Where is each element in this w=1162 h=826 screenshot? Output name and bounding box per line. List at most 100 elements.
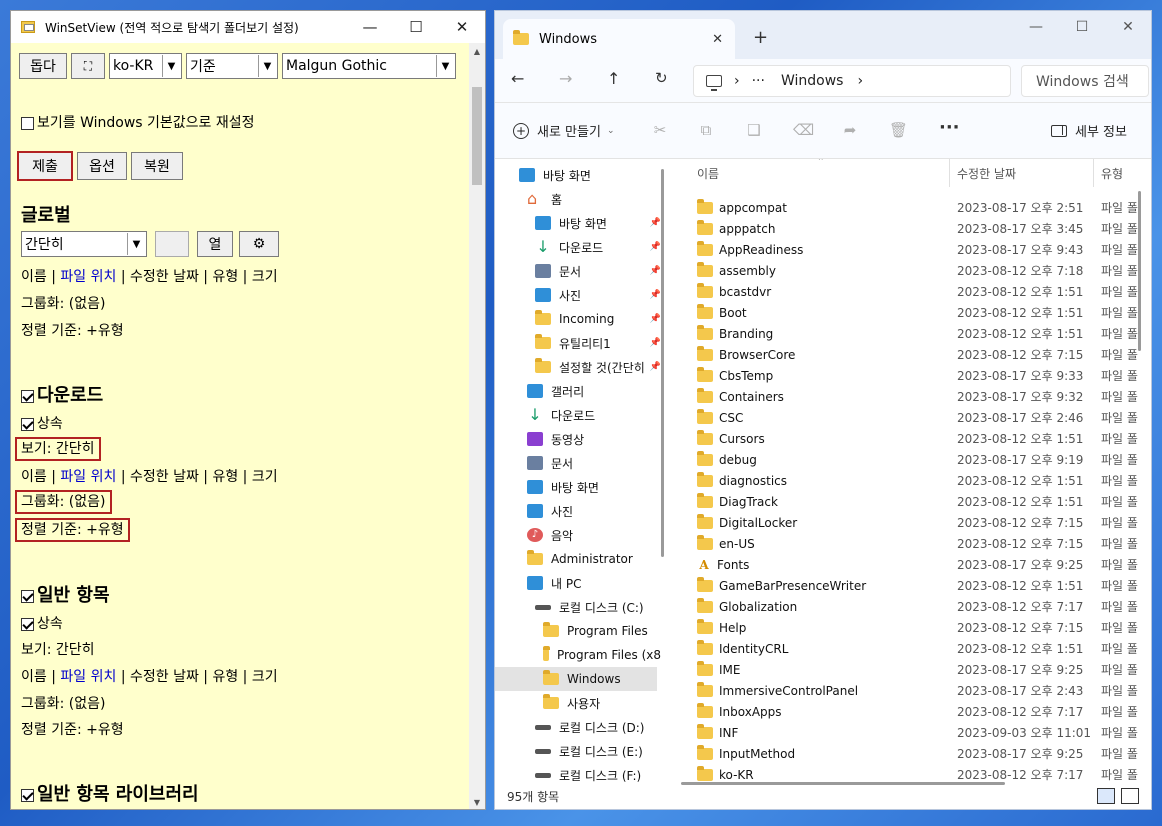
font-select[interactable]: Malgun Gothic ▼: [282, 53, 456, 79]
details-view-icon[interactable]: [1097, 788, 1115, 804]
file-row[interactable]: debug 2023-08-17 오후 9:19 파일 폴: [677, 449, 1151, 470]
vertical-scrollbar[interactable]: ▲ ▼: [469, 43, 485, 809]
color-swatch[interactable]: [155, 231, 189, 257]
general-checkbox[interactable]: [21, 589, 34, 603]
address-segment[interactable]: Windows: [781, 73, 844, 89]
nav-item[interactable]: ⌂ 홈: [527, 187, 661, 211]
file-row[interactable]: assembly 2023-08-12 오후 7:18 파일 폴: [677, 260, 1151, 281]
nav-item[interactable]: 유틸리티1 📌: [535, 331, 661, 355]
restore-button[interactable]: 복원: [131, 152, 183, 180]
column-separator[interactable]: [1093, 159, 1094, 187]
downloads-sort[interactable]: 정렬 기준: +유형: [15, 518, 130, 542]
nav-item[interactable]: 동영상: [527, 427, 661, 451]
global-view-select[interactable]: 간단히 ▼: [21, 231, 147, 257]
file-row[interactable]: CSC 2023-08-17 오후 2:46 파일 폴: [677, 407, 1151, 428]
reset-checkbox[interactable]: [21, 116, 34, 130]
file-row[interactable]: Globalization 2023-08-12 오후 7:17 파일 폴: [677, 596, 1151, 617]
share-icon[interactable]: ➦: [841, 121, 859, 139]
nav-item[interactable]: 설정할 것(간단히 📌: [535, 355, 661, 379]
language-select[interactable]: ko-KR ▼: [109, 53, 182, 79]
delete-icon[interactable]: 🗑: [889, 121, 908, 139]
close-tab-icon[interactable]: ✕: [712, 32, 723, 47]
new-button[interactable]: + 새로 만들기 ⌄: [513, 121, 614, 140]
nav-item[interactable]: 로컬 디스크 (C:): [535, 595, 661, 619]
back-icon[interactable]: ←: [511, 69, 524, 88]
file-row[interactable]: DiagTrack 2023-08-12 오후 1:51 파일 폴: [677, 491, 1151, 512]
more-options-icon[interactable]: ···: [939, 117, 960, 138]
close-icon[interactable]: ✕: [1105, 11, 1151, 43]
nav-scrollbar[interactable]: [661, 169, 664, 557]
column-name[interactable]: 이름: [697, 159, 719, 187]
nav-item[interactable]: 갤러리: [527, 379, 661, 403]
address-overflow[interactable]: ···: [752, 73, 765, 89]
columns-button[interactable]: 열: [197, 231, 233, 257]
scroll-up-icon[interactable]: ▲: [469, 43, 485, 60]
nav-item[interactable]: 로컬 디스크 (E:): [535, 739, 661, 763]
nav-item[interactable]: Program Files (x8: [543, 643, 661, 667]
nav-item[interactable]: ↓ 다운로드: [527, 403, 661, 427]
maximize-icon[interactable]: ☐: [1059, 11, 1105, 43]
downloads-view[interactable]: 보기: 간단히: [15, 437, 101, 461]
nav-item[interactable]: 로컬 디스크 (F:): [535, 763, 661, 785]
nav-item[interactable]: Incoming 📌: [535, 307, 661, 331]
library-checkbox[interactable]: [21, 788, 34, 802]
column-date[interactable]: 수정한 날짜: [957, 159, 1016, 187]
tab-windows[interactable]: Windows ✕: [503, 19, 735, 59]
nav-item[interactable]: 바탕 화면: [527, 475, 661, 499]
library-heading[interactable]: 일반 항목 라이브러리: [21, 780, 199, 806]
inherit-checkbox[interactable]: [21, 417, 34, 431]
nav-item[interactable]: 문서 📌: [535, 259, 661, 283]
rename-icon[interactable]: ⌫: [793, 121, 814, 139]
refresh-icon[interactable]: ↻: [655, 69, 668, 87]
submit-button[interactable]: 제출: [17, 151, 73, 181]
file-row[interactable]: InputMethod 2023-08-17 오후 9:25 파일 폴: [677, 743, 1151, 764]
general-heading[interactable]: 일반 항목: [21, 581, 110, 607]
file-row[interactable]: DigitalLocker 2023-08-12 오후 7:15 파일 폴: [677, 512, 1151, 533]
address-bar[interactable]: › ··· Windows ›: [693, 65, 1011, 97]
forward-icon[interactable]: →: [559, 69, 572, 88]
column-separator[interactable]: [949, 159, 950, 187]
fullscreen-button[interactable]: ⛶: [71, 53, 105, 79]
columns-link[interactable]: 파일 위치: [60, 669, 116, 685]
file-row[interactable]: InboxApps 2023-08-12 오후 7:17 파일 폴: [677, 701, 1151, 722]
nav-item[interactable]: Windows: [495, 667, 657, 691]
nav-item[interactable]: ↓ 다운로드 📌: [535, 235, 661, 259]
close-icon[interactable]: ✕: [439, 11, 485, 43]
general-sort[interactable]: 정렬 기준: +유형: [21, 719, 124, 739]
file-row[interactable]: GameBarPresenceWriter 2023-08-12 오후 1:51 파…: [677, 575, 1151, 596]
details-pane-button[interactable]: 세부 정보: [1051, 121, 1127, 140]
nav-item[interactable]: 로컬 디스크 (D:): [535, 715, 661, 739]
search-input[interactable]: Windows 검색: [1021, 65, 1149, 97]
nav-item[interactable]: 사진 📌: [535, 283, 661, 307]
file-row[interactable]: Containers 2023-08-17 오후 9:32 파일 폴: [677, 386, 1151, 407]
up-icon[interactable]: ↑: [607, 69, 620, 88]
general-view[interactable]: 보기: 간단히: [21, 639, 95, 659]
file-row[interactable]: apppatch 2023-08-17 오후 3:45 파일 폴: [677, 218, 1151, 239]
file-row[interactable]: bcastdvr 2023-08-12 오후 1:51 파일 폴: [677, 281, 1151, 302]
nav-item[interactable]: 사진: [527, 499, 661, 523]
options-button[interactable]: 옵션: [77, 152, 127, 180]
tiles-view-icon[interactable]: [1121, 788, 1139, 804]
file-row[interactable]: AppReadiness 2023-08-17 오후 9:43 파일 폴: [677, 239, 1151, 260]
file-row[interactable]: ko-KR 2023-08-12 오후 7:17 파일 폴: [677, 764, 1151, 785]
gear-icon[interactable]: ⚙: [239, 231, 279, 257]
nav-item[interactable]: 바탕 화면: [519, 163, 661, 187]
column-type[interactable]: 유형: [1101, 159, 1123, 187]
paste-icon[interactable]: ❑: [745, 121, 763, 139]
file-row[interactable]: Help 2023-08-12 오후 7:15 파일 폴: [677, 617, 1151, 638]
reset-row[interactable]: 보기를 Windows 기본값으로 재설정: [21, 112, 255, 132]
downloads-heading[interactable]: 다운로드: [21, 381, 103, 407]
file-row[interactable]: CbsTemp 2023-08-17 오후 9:33 파일 폴: [677, 365, 1151, 386]
copy-icon[interactable]: ⧉: [697, 121, 715, 139]
file-row[interactable]: Cursors 2023-08-12 오후 1:51 파일 폴: [677, 428, 1151, 449]
file-row[interactable]: en-US 2023-08-12 오후 7:15 파일 폴: [677, 533, 1151, 554]
base-select[interactable]: 기준 ▼: [186, 53, 278, 79]
global-sort[interactable]: 정렬 기준: +유형: [21, 320, 124, 340]
global-group[interactable]: 그룹화: (없음): [21, 293, 106, 313]
help-button[interactable]: 돕다: [19, 53, 67, 79]
file-row[interactable]: appcompat 2023-08-17 오후 2:51 파일 폴: [677, 197, 1151, 218]
scroll-down-icon[interactable]: ▼: [469, 794, 485, 809]
file-row[interactable]: IdentityCRL 2023-08-12 오후 1:51 파일 폴: [677, 638, 1151, 659]
file-row[interactable]: BrowserCore 2023-08-12 오후 7:15 파일 폴: [677, 344, 1151, 365]
cut-icon[interactable]: ✂: [651, 121, 669, 139]
